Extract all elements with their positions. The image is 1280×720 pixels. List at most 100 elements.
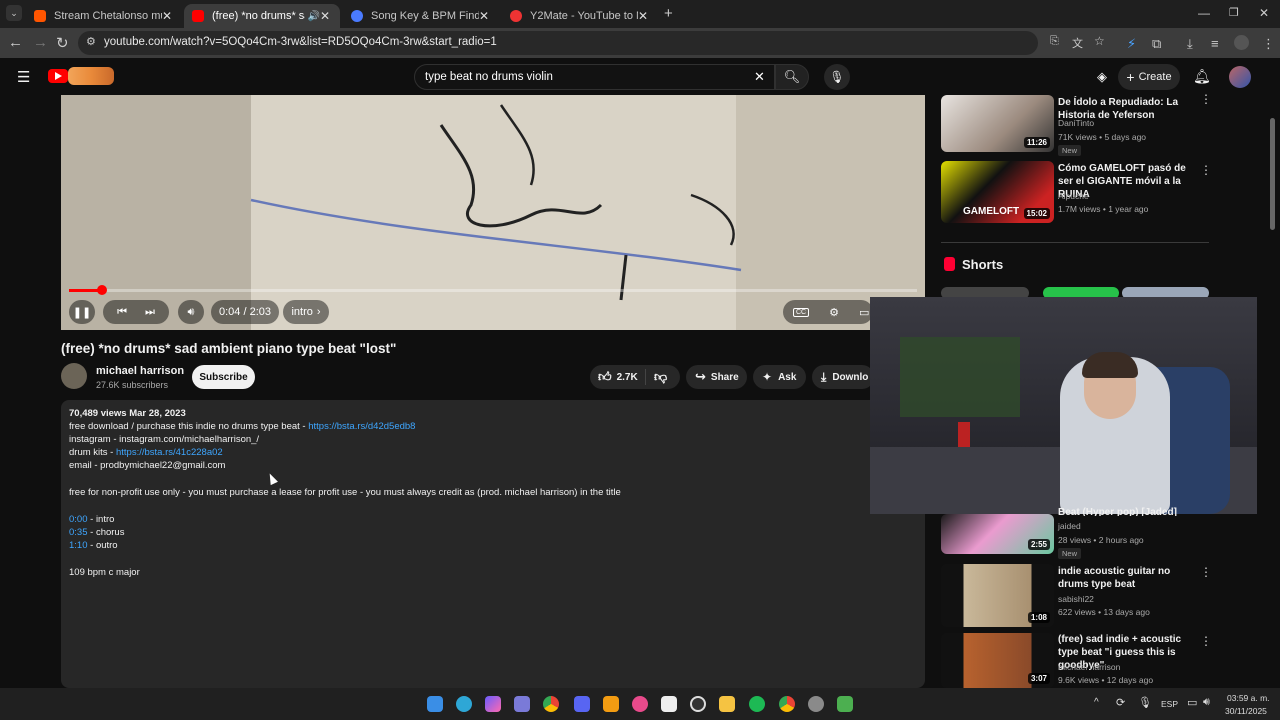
tab-tunebat[interactable]: Song Key & BPM Finder | Tune ✕	[343, 4, 499, 28]
video-thumbnail[interactable]: 3:07	[941, 633, 1054, 688]
voice-search-button[interactable]: 🎙︎	[824, 64, 850, 90]
back-button[interactable]: ←	[8, 34, 23, 51]
close-window-button[interactable]: ✕	[1259, 6, 1269, 20]
volume-button[interactable]: 🔊︎	[178, 300, 204, 324]
channel-name[interactable]: Alpuche	[1058, 191, 1089, 201]
close-tab-icon[interactable]: ✕	[638, 9, 648, 23]
hamburger-menu-icon[interactable]: ☰	[17, 68, 30, 86]
dev-tool-icon[interactable]	[514, 696, 530, 712]
chrome-alt-icon[interactable]	[779, 696, 795, 712]
start-windows-icon[interactable]	[427, 696, 443, 712]
site-info-icon[interactable]: ⚙	[86, 35, 96, 48]
cast-icon[interactable]: ◈	[1097, 69, 1107, 85]
download-button[interactable]: ⤓ Downlo	[812, 365, 874, 389]
channel-avatar[interactable]	[61, 363, 87, 389]
fl-studio-icon[interactable]	[603, 696, 619, 712]
minimize-button[interactable]: —	[1198, 6, 1210, 20]
share-button[interactable]: ↪ Share	[686, 365, 747, 389]
captions-icon[interactable]: CC	[793, 307, 810, 317]
clear-search-icon[interactable]: ✕	[754, 69, 765, 85]
settings-icon[interactable]	[808, 696, 824, 712]
video-title[interactable]: indie acoustic guitar no drums type beat	[1058, 565, 1188, 591]
previous-icon[interactable]: ⏮︎	[117, 306, 127, 319]
settings-gear-icon[interactable]: ⚙	[829, 306, 839, 319]
close-tab-icon[interactable]: ✕	[320, 9, 330, 23]
terminal-icon[interactable]	[837, 696, 853, 712]
tab-soundcloud[interactable]: Stream Chetalonso music | Liste ✕	[26, 4, 182, 28]
chapter-timestamp[interactable]: 1:10	[69, 540, 88, 551]
youtube-logo[interactable]	[48, 69, 68, 83]
chrome-icon[interactable]	[543, 696, 559, 712]
miniplayer-icon[interactable]: ▭	[859, 306, 869, 319]
pause-button[interactable]: ❚❚	[69, 300, 95, 324]
notifications-bell-icon[interactable]: 🔔︎	[1193, 68, 1211, 85]
translate-icon[interactable]: 文	[1072, 35, 1083, 51]
tray-network-icon[interactable]: ▭	[1187, 696, 1197, 709]
video-title[interactable]: Beat (Hyper pop) [Jaded]	[1058, 506, 1188, 516]
next-icon[interactable]: ⏭︎	[145, 306, 155, 319]
channel-name[interactable]: sabishi22	[1058, 594, 1094, 604]
chapter-timestamp[interactable]: 0:35	[69, 527, 88, 538]
reload-button[interactable]: ↻	[56, 34, 69, 52]
more-options-icon[interactable]: ⋮	[1200, 92, 1212, 106]
extension-icon[interactable]: ⚡	[1127, 36, 1136, 52]
progress-bar[interactable]	[69, 285, 917, 295]
more-options-icon[interactable]: ⋮	[1200, 163, 1212, 177]
channel-name[interactable]: jaided	[1058, 521, 1081, 531]
video-player[interactable]: ❚❚ ⏮︎ ⏭︎ 🔊︎ 0:04 / 2:03 intro › CC ⚙ ▭	[61, 95, 925, 330]
app-icon[interactable]	[632, 696, 648, 712]
video-thumbnail[interactable]: 2:55	[941, 514, 1054, 554]
copilot-icon[interactable]	[485, 696, 501, 712]
new-tab-button[interactable]: +	[664, 5, 673, 22]
tab-youtube[interactable]: (free) *no drums* sad ambi 🔊 ✕	[184, 4, 340, 28]
obs-icon[interactable]	[690, 696, 706, 712]
edge-icon[interactable]	[456, 696, 472, 712]
tray-sync-icon[interactable]: ⟳	[1116, 696, 1125, 709]
spotify-icon[interactable]	[749, 696, 765, 712]
tray-volume-icon[interactable]: 🔊︎	[1203, 696, 1210, 709]
chapter-timestamp[interactable]: 0:00	[69, 514, 88, 525]
file-explorer-icon[interactable]	[719, 696, 735, 712]
tab-y2mate[interactable]: Y2Mate - YouTube to MP3 Conv ✕	[502, 4, 658, 28]
channel-name[interactable]: michael harrison	[1058, 662, 1120, 672]
notepad-icon[interactable]	[661, 696, 677, 712]
tray-mic-icon[interactable]: 🎙︎	[1138, 696, 1152, 709]
forward-button[interactable]: →	[33, 34, 48, 51]
doodle-logo[interactable]	[68, 67, 114, 85]
tab-search-button[interactable]: ⌄	[6, 5, 22, 21]
omnibox[interactable]: ⚙ youtube.com/watch?v=5OQo4Cm-3rw&list=R…	[78, 31, 1105, 55]
install-app-icon[interactable]: ⎘	[1050, 35, 1059, 48]
channel-name[interactable]: michael harrison	[96, 365, 184, 377]
language-indicator[interactable]: ESP	[1161, 699, 1178, 709]
video-thumbnail[interactable]: 11:26	[941, 95, 1054, 152]
dislike-button[interactable]: 👎︎	[646, 369, 667, 385]
profile-avatar[interactable]	[1234, 35, 1249, 50]
url-text[interactable]: youtube.com/watch?v=5OQo4Cm-3rw&list=RD5…	[104, 36, 497, 48]
video-thumbnail[interactable]: 1:08	[941, 564, 1054, 627]
close-tab-icon[interactable]: ✕	[162, 9, 172, 23]
drumkits-link[interactable]: https://bsta.rs/41c228a02	[116, 447, 223, 458]
subscribe-button[interactable]: Subscribe	[192, 365, 255, 389]
search-button[interactable]: 🔍︎	[775, 64, 809, 90]
page-scrollbar[interactable]	[1270, 118, 1275, 230]
discord-icon[interactable]	[574, 696, 590, 712]
video-thumbnail[interactable]: GAMELOFT 15:02	[941, 161, 1054, 223]
progress-scrubber[interactable]	[97, 285, 108, 295]
reading-list-icon[interactable]: ≡	[1211, 36, 1219, 51]
search-input[interactable]: type beat no drums violin ✕	[414, 64, 775, 90]
more-options-icon[interactable]: ⋮	[1200, 634, 1212, 648]
account-avatar[interactable]	[1229, 66, 1251, 88]
ask-button[interactable]: ✦ Ask	[753, 365, 806, 389]
close-tab-icon[interactable]: ✕	[479, 9, 489, 23]
clock-date[interactable]: 30/11/2025	[1225, 706, 1267, 716]
bookmark-star-icon[interactable]: ☆	[1094, 34, 1105, 48]
clock-time[interactable]: 03:59 a. m.	[1227, 693, 1270, 703]
like-button[interactable]: 👍︎ 2.7K	[590, 369, 646, 385]
create-button[interactable]: + Create	[1118, 64, 1180, 90]
more-options-icon[interactable]: ⋮	[1200, 565, 1212, 579]
download-icon[interactable]: ⤓	[1187, 36, 1193, 52]
menu-kebab-icon[interactable]: ⋮	[1262, 36, 1275, 52]
tray-chevron-icon[interactable]: ^	[1094, 697, 1099, 708]
description-box[interactable]: 70,489 views Mar 28, 2023 free download …	[61, 400, 925, 688]
purchase-link[interactable]: https://bsta.rs/d42d5edb8	[308, 421, 415, 432]
